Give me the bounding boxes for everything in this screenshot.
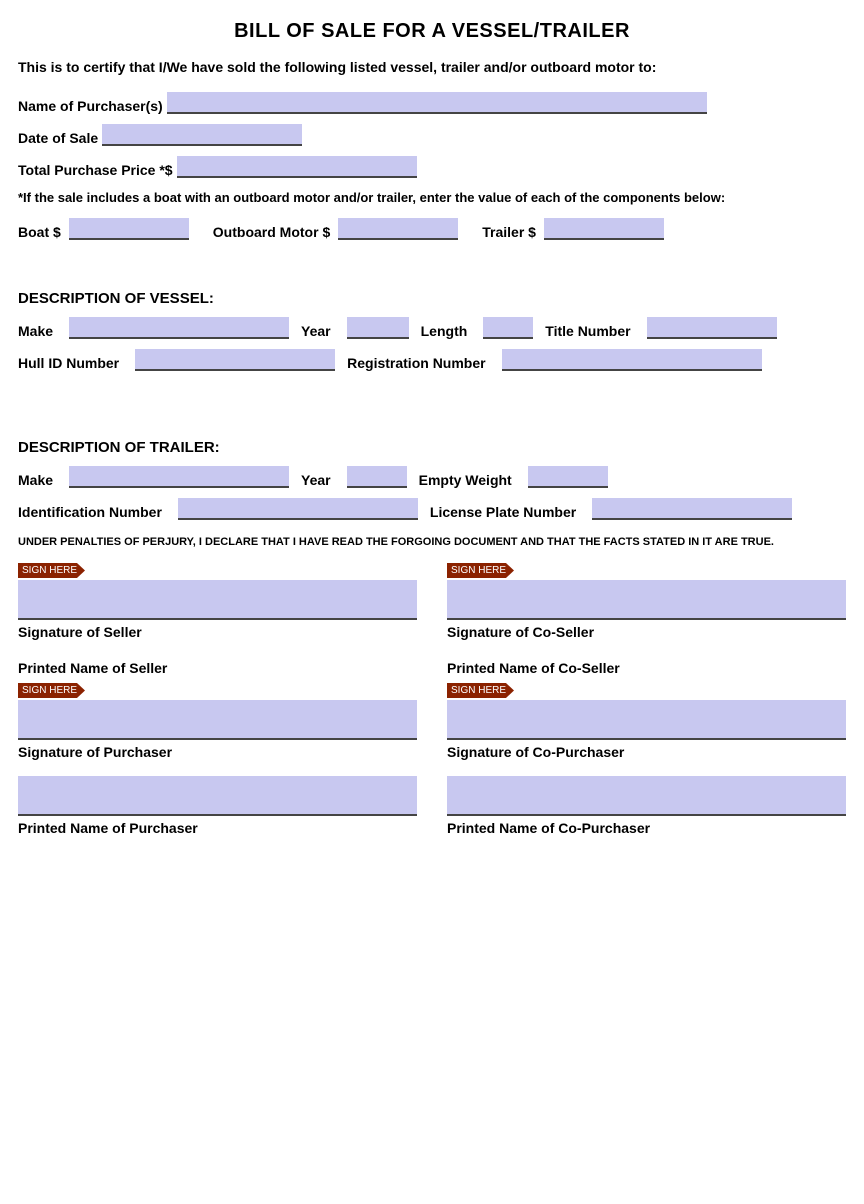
trailer-plate-label: License Plate Number [430,504,576,520]
sig-coseller-block: SIGN HERE Signature of Co-Seller [447,560,846,644]
sig-seller-block: SIGN HERE Signature of Seller [18,560,417,644]
motor-label: Outboard Motor $ [213,224,330,240]
trailer-row2: Identification Number License Plate Numb… [18,498,846,520]
printed-coseller-arrow: SIGN HERE [447,683,514,698]
trailer-row1: Make Year Empty Weight [18,466,846,488]
vessel-reg-input[interactable] [502,349,762,371]
components-row: Boat $ Outboard Motor $ Trailer $ [18,218,846,240]
page-title: BILL OF SALE FOR A VESSEL/TRAILER [18,20,846,43]
purchaser-input[interactable] [167,92,707,114]
printed-seller-block: Printed Name of Seller SIGN HERE Signatu… [18,656,417,764]
purchaser-label: Name of Purchaser(s) [18,98,163,114]
printed-seller-arrow: SIGN HERE [18,683,85,698]
vessel-titlenum-input[interactable] [647,317,777,339]
sig-copurchaser-label: Signature of Co-Purchaser [447,744,846,760]
sig-seller-input[interactable] [18,580,417,620]
trailer-year-input[interactable] [347,466,407,488]
printed-purchaser-input[interactable] [18,776,417,816]
printed-copurchaser-block: Printed Name of Co-Purchaser [447,776,846,840]
vessel-year-input[interactable] [347,317,409,339]
vessel-make-label: Make [18,323,53,339]
price-row: Total Purchase Price *$ [18,156,846,178]
trailer-make-label: Make [18,472,53,488]
printed-copurchaser-label: Printed Name of Co-Purchaser [447,820,846,836]
trailer-id-label: Identification Number [18,504,162,520]
vessel-section-title: DESCRIPTION OF VESSEL: [18,290,846,307]
printed-purchaser-label: Printed Name of Purchaser [18,820,417,836]
trailer-comp-label: Trailer $ [482,224,536,240]
price-label: Total Purchase Price *$ [18,162,173,178]
vessel-length-input[interactable] [483,317,533,339]
boat-label: Boat $ [18,224,61,240]
printed-coseller-block: Printed Name of Co-Seller SIGN HERE Sign… [447,656,846,764]
vessel-length-label: Length [421,323,468,339]
trailer-year-label: Year [301,472,331,488]
printed-seller-input[interactable] [18,700,417,740]
perjury-text: UNDER PENALTIES OF PERJURY, I DECLARE TH… [18,534,846,551]
trailer-comp-input[interactable] [544,218,664,240]
sig-coseller-input[interactable] [447,580,846,620]
printed-coseller-label: Printed Name of Co-Seller [447,660,846,676]
sig-seller-label: Signature of Seller [18,624,417,640]
price-input[interactable] [177,156,417,178]
printed-copurchaser-input[interactable] [447,776,846,816]
printed-purchaser-block: Printed Name of Purchaser [18,776,417,840]
vessel-year-label: Year [301,323,331,339]
sig-purchaser-label: Signature of Purchaser [18,744,417,760]
sig-coseller-label: Signature of Co-Seller [447,624,846,640]
date-row: Date of Sale [18,124,846,146]
signature-section: SIGN HERE Signature of Seller SIGN HERE … [18,560,846,852]
sig-seller-arrow: SIGN HERE [18,563,85,578]
vessel-row1: Make Year Length Title Number [18,317,846,339]
vessel-reg-label: Registration Number [347,355,485,371]
intro-text: This is to certify that I/We have sold t… [18,57,846,78]
boat-input[interactable] [69,218,189,240]
trailer-weight-label: Empty Weight [419,472,512,488]
purchaser-row: Name of Purchaser(s) [18,92,846,114]
printed-seller-label: Printed Name of Seller [18,660,417,676]
motor-input[interactable] [338,218,458,240]
trailer-weight-input[interactable] [528,466,608,488]
trailer-plate-input[interactable] [592,498,792,520]
boat-group: Boat $ [18,218,189,240]
trailer-id-input[interactable] [178,498,418,520]
printed-coseller-input[interactable] [447,700,846,740]
trailer-make-input[interactable] [69,466,289,488]
motor-group: Outboard Motor $ [213,218,458,240]
vessel-hull-input[interactable] [135,349,335,371]
date-input[interactable] [102,124,302,146]
vessel-row2: Hull ID Number Registration Number [18,349,846,371]
vessel-make-input[interactable] [69,317,289,339]
note-text: *If the sale includes a boat with an out… [18,188,846,208]
date-label: Date of Sale [18,130,98,146]
vessel-hull-label: Hull ID Number [18,355,119,371]
vessel-titlenum-label: Title Number [545,323,630,339]
trailer-comp-group: Trailer $ [482,218,664,240]
trailer-section-title: DESCRIPTION OF TRAILER: [18,439,846,456]
sig-coseller-arrow: SIGN HERE [447,563,514,578]
